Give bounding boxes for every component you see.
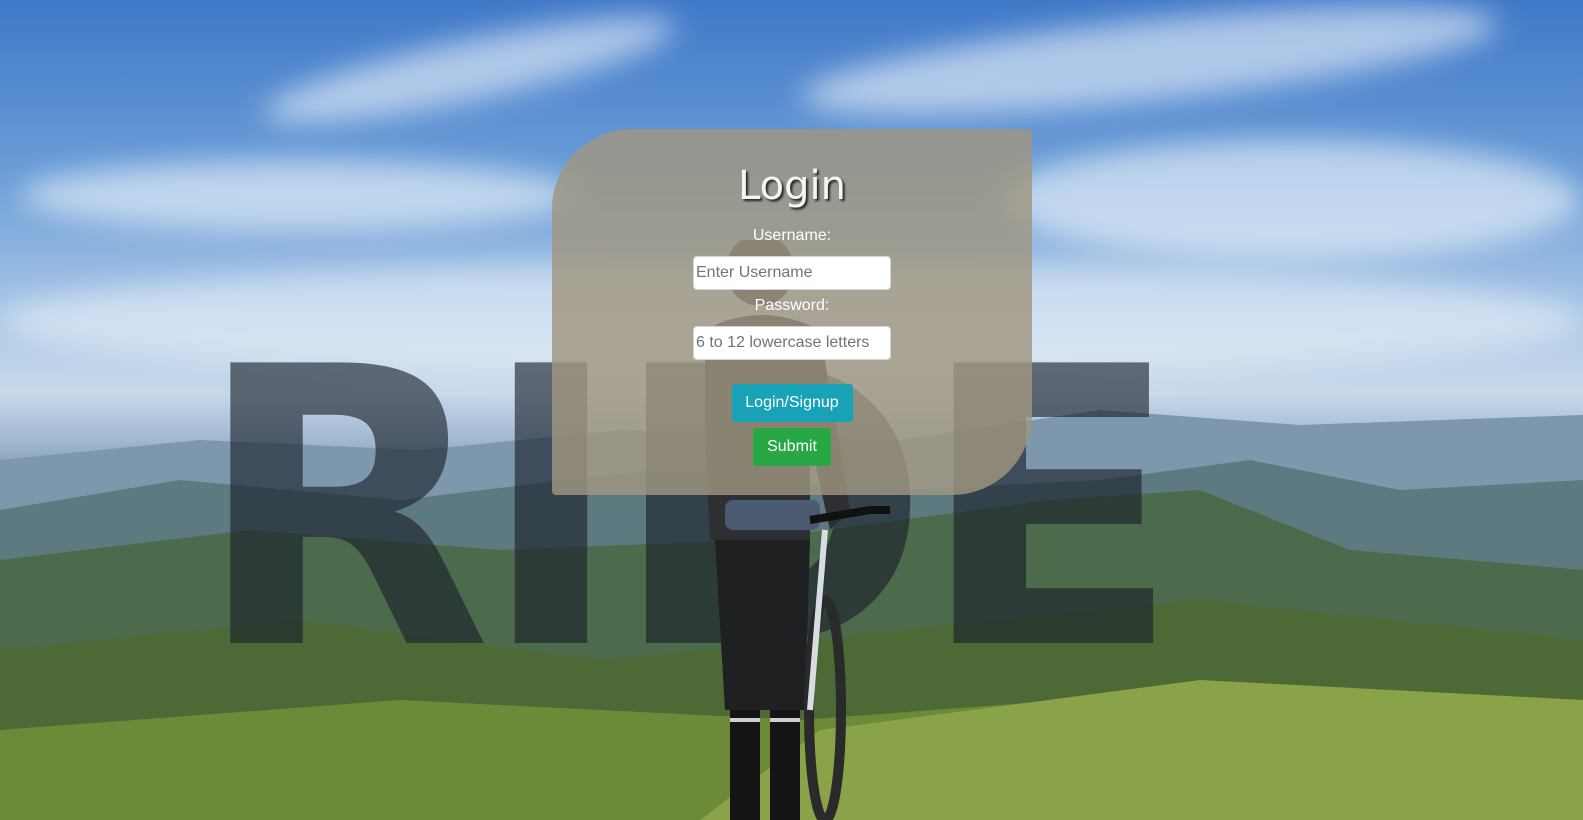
cloud-shape [797, 0, 1503, 137]
cloud-shape [258, 0, 682, 144]
password-label: Password: [754, 297, 830, 314]
password-input[interactable] [693, 326, 891, 360]
background-scene: RIDE Login Username: Password: Login/Sig… [0, 0, 1583, 820]
username-label: Username: [752, 227, 832, 244]
login-title: Login [738, 163, 846, 209]
cloud-shape [20, 160, 580, 230]
login-card: Login Username: Password: Login/Signup S… [552, 129, 1032, 495]
login-signup-button[interactable]: Login/Signup [731, 384, 853, 422]
submit-button[interactable]: Submit [753, 428, 831, 466]
cloud-shape [1000, 140, 1580, 260]
username-input[interactable] [693, 256, 891, 290]
